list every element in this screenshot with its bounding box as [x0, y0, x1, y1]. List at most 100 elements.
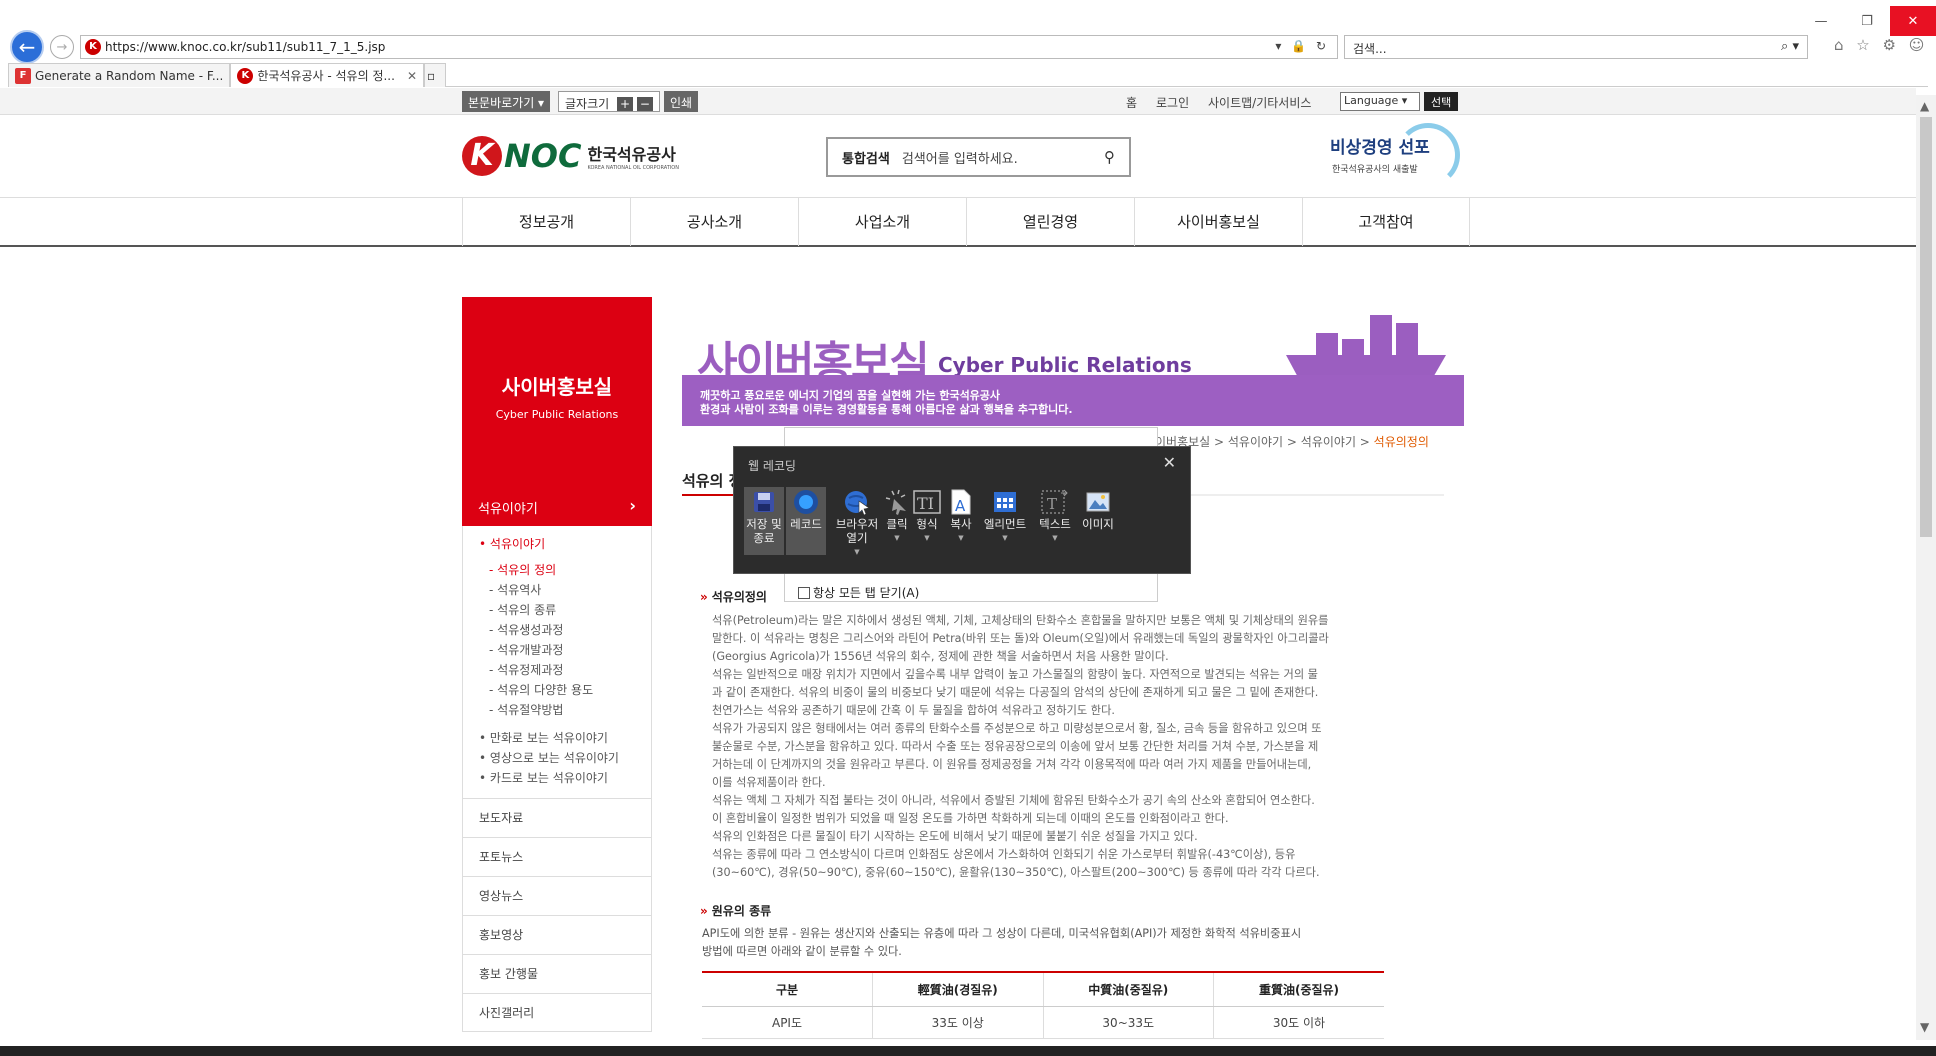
- print-button[interactable]: 인쇄: [664, 91, 699, 112]
- site-search[interactable]: 통합검색 검색어를 입력하세요. ⚲: [826, 137, 1131, 177]
- close-window-icon[interactable]: ✕: [1890, 6, 1936, 36]
- logo-english-name: KOREA NATIONAL OIL CORPORATION: [587, 165, 679, 171]
- new-tab-button[interactable]: ▫: [424, 63, 446, 87]
- knoc-logo[interactable]: K NOC 한국석유공사 KOREA NATIONAL OIL CORPORAT…: [462, 136, 679, 176]
- tab-favicon: K: [237, 67, 254, 84]
- close-all-tabs-label: 항상 모든 탭 닫기(A): [813, 586, 920, 600]
- gnb-customer[interactable]: 고객참여: [1302, 198, 1470, 246]
- browser-search-input[interactable]: 검색... ⌕ ▾: [1344, 35, 1808, 59]
- lnb-item-development[interactable]: - 석유개발과정: [463, 640, 651, 660]
- crude-desc-line: API도에 의한 분류 - 원유는 생산지와 산출되는 유층에 따라 그 성상이…: [702, 927, 1302, 940]
- close-all-tabs-checkbox[interactable]: 항상 모든 탭 닫기(A): [798, 584, 919, 601]
- visual-line1: 깨끗하고 풍요로운 에너지 기업의 꿈을 실현해 가는 한국석유공사: [700, 389, 1001, 402]
- lnb-item-refining[interactable]: - 석유정제과정: [463, 660, 651, 680]
- checkbox-icon[interactable]: [798, 586, 810, 599]
- search-icon[interactable]: ⌕ ▾: [1781, 39, 1799, 54]
- gnb-company[interactable]: 공사소개: [630, 198, 798, 246]
- body-line: 불순물로 수분, 가스분을 함유하고 있다. 따라서 수출 또는 정유공장으로의…: [712, 740, 1319, 753]
- body-line: 천연가스는 석유와 공존하기 때문에 간혹 이 두 물질을 합하여 석유라고 정…: [712, 704, 1115, 717]
- lnb-item-saving[interactable]: - 석유절약방법: [463, 700, 651, 720]
- body-line: 석유가 가공되지 않은 형태에서는 여러 종류의 탄화수소를 주성분으로 하고 …: [712, 722, 1322, 735]
- back-button[interactable]: ←: [10, 30, 44, 64]
- text-tool-button[interactable]: T 텍스트 ▼: [1034, 487, 1076, 555]
- lnb-item-definition[interactable]: - 석유의 정의: [463, 560, 651, 580]
- font-size-label: 글자크기: [565, 97, 610, 111]
- floppy-icon: [754, 492, 774, 512]
- language-select-button[interactable]: 선택: [1424, 92, 1459, 111]
- dropdown-arrow-icon: ▼: [1052, 534, 1058, 542]
- lnb-active-item[interactable]: 석유이야기 ›: [462, 488, 652, 526]
- lnb-item-formation[interactable]: - 석유생성과정: [463, 620, 651, 640]
- address-tools[interactable]: ▾ 🔒 ↻: [1275, 39, 1329, 53]
- lnb-item-label: 석유의 다양한 용도: [497, 683, 594, 697]
- breadcrumb-item[interactable]: 석유이야기: [1228, 435, 1283, 449]
- close-icon[interactable]: ✕: [1163, 453, 1176, 472]
- browser-toolbar-icons[interactable]: ⌂ ☆ ⚙ ☺: [1834, 36, 1928, 54]
- click-tool-button[interactable]: 클릭 ▼: [882, 487, 912, 555]
- login-link[interactable]: 로그인: [1156, 94, 1189, 111]
- body-line: 말한다. 이 석유라는 명칭은 그리스어와 라틴어 Petra(바위 또는 돌)…: [712, 632, 1329, 645]
- scroll-up-icon[interactable]: ▲: [1920, 99, 1929, 113]
- forward-button[interactable]: →: [50, 35, 74, 59]
- tab-label: Generate a Random Name - F...: [35, 68, 224, 83]
- page-scrollbar[interactable]: ▲ ▼: [1916, 95, 1936, 1040]
- tool-label: 레코드: [790, 517, 822, 531]
- lnb-publication[interactable]: 홍보 간행물: [463, 954, 651, 993]
- font-plus-icon[interactable]: +: [617, 97, 634, 111]
- gnb-management[interactable]: 열린경영: [966, 198, 1134, 246]
- lnb-submenu: • 석유이야기 - 석유의 정의 - 석유역사 - 석유의 종류 - 석유생성과…: [462, 526, 652, 1032]
- lnb-cartoon[interactable]: • 만화로 보는 석유이야기: [463, 728, 651, 748]
- sitemap-link[interactable]: 사이트맵/기타서비스: [1208, 94, 1311, 111]
- image-tool-button[interactable]: 이미지: [1078, 487, 1118, 555]
- font-size-control[interactable]: 글자크기 + −: [558, 91, 660, 112]
- lnb-group-oil-story[interactable]: • 석유이야기: [463, 534, 651, 554]
- lnb-item-history[interactable]: - 석유역사: [463, 580, 651, 600]
- format-tool-button[interactable]: TI 형식 ▼: [910, 487, 944, 555]
- lnb-title: 사이버홍보실: [501, 375, 613, 399]
- language-select[interactable]: Language ▾: [1340, 92, 1420, 111]
- skip-to-content-button[interactable]: 본문바로가기 ▾: [462, 91, 551, 112]
- table-header-row: 구분 輕質油(경질유) 中質油(중질유) 重質油(중질유): [702, 971, 1384, 1007]
- dropdown-arrow-icon: ▼: [894, 534, 900, 542]
- gnb-pr[interactable]: 사이버홍보실: [1134, 198, 1302, 246]
- site-search-input[interactable]: 검색어를 입력하세요.: [902, 148, 1104, 167]
- table-cell: 33도 이상: [872, 1006, 1043, 1039]
- open-browser-button[interactable]: 브라우저 열기 ▼: [834, 487, 880, 556]
- breadcrumb-item[interactable]: 석유이야기: [1301, 435, 1356, 449]
- tab-random-name[interactable]: F Generate a Random Name - F...: [8, 63, 231, 87]
- save-and-exit-button[interactable]: 저장 및 종료: [744, 487, 784, 555]
- scroll-thumb[interactable]: [1920, 117, 1932, 537]
- banner-swoosh-graphic: [1396, 123, 1460, 187]
- scroll-down-icon[interactable]: ▼: [1920, 1020, 1929, 1034]
- address-bar[interactable]: K https://www.knoc.co.kr/sub11/sub11_7_1…: [80, 35, 1338, 59]
- element-tool-button[interactable]: 엘리먼트 ▼: [978, 487, 1032, 555]
- click-icon: [885, 489, 906, 515]
- gnb-business[interactable]: 사업소개: [798, 198, 966, 246]
- restore-icon[interactable]: ❐: [1844, 6, 1890, 36]
- os-taskbar: [0, 1046, 1936, 1056]
- close-tab-icon[interactable]: ✕: [407, 69, 417, 83]
- search-icon[interactable]: ⚲: [1104, 148, 1115, 166]
- font-minus-icon[interactable]: −: [636, 97, 653, 111]
- lnb-video-news[interactable]: 영상뉴스: [463, 876, 651, 915]
- home-link[interactable]: 홈: [1126, 94, 1137, 111]
- lnb-gallery[interactable]: 사진갤러리: [463, 993, 651, 1032]
- lnb-press[interactable]: 보도자료: [463, 798, 651, 837]
- lnb-pr-video[interactable]: 홍보영상: [463, 915, 651, 954]
- body-line: 이를 석유제품이라 한다.: [712, 776, 826, 789]
- lnb-photo-news[interactable]: 포토뉴스: [463, 837, 651, 876]
- tool-label: 브라우저 열기: [835, 517, 879, 545]
- lnb-card[interactable]: • 카드로 보는 석유이야기: [463, 768, 651, 788]
- crude-classification-table: 구분 輕質油(경질유) 中質油(중질유) 重質油(중질유) API도 33도 이…: [702, 971, 1384, 1039]
- lnb-item-uses[interactable]: - 석유의 다양한 용도: [463, 680, 651, 700]
- tab-knoc[interactable]: K 한국석유공사 - 석유의 정... ✕: [230, 63, 424, 87]
- web-recorder-toolbar: 웹 레코딩 ✕ 저장 및 종료 레코드 브라우저 열기 ▼ 클릭 ▼ TI 형식…: [733, 446, 1191, 574]
- url-text: https://www.knoc.co.kr/sub11/sub11_7_1_5…: [105, 40, 386, 54]
- chevron-right-icon: ›: [629, 496, 636, 515]
- gnb-info[interactable]: 정보공개: [462, 198, 630, 246]
- lnb-item-types[interactable]: - 석유의 종류: [463, 600, 651, 620]
- lnb-video[interactable]: • 영상으로 보는 석유이야기: [463, 748, 651, 768]
- minimize-icon[interactable]: —: [1798, 6, 1844, 36]
- copy-tool-button[interactable]: A 복사 ▼: [946, 487, 976, 555]
- record-button[interactable]: 레코드: [786, 487, 826, 555]
